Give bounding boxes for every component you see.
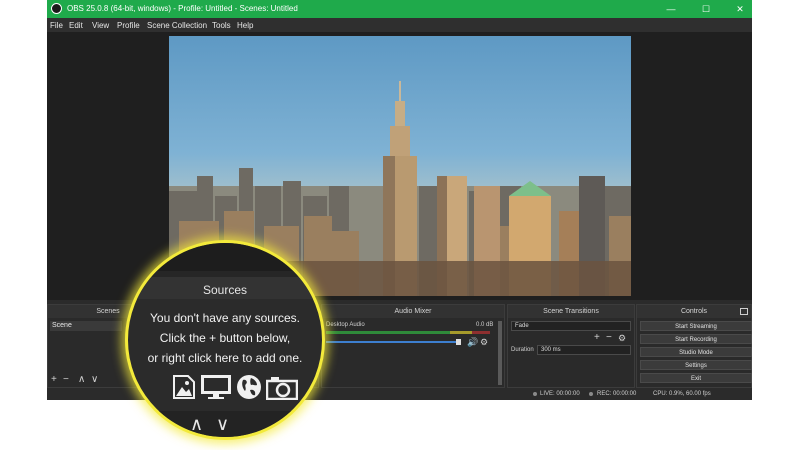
magnified-preview-edge: [128, 243, 322, 271]
audio-mixer-title: Audio Mixer: [322, 305, 504, 318]
mixer-source-name: Desktop Audio: [326, 322, 365, 328]
magnified-sources-toolbar: ⚙ ∧ ∨: [128, 411, 322, 437]
maximize-button[interactable]: ☐: [695, 2, 717, 16]
controls-dock: Controls Start Streaming Start Recording…: [636, 304, 752, 388]
move-source-up-button[interactable]: ∧: [190, 414, 203, 435]
duration-field[interactable]: 300 ms: [537, 345, 631, 355]
start-recording-button[interactable]: Start Recording: [640, 334, 752, 344]
volume-slider-handle[interactable]: [456, 339, 461, 345]
menu-file[interactable]: File: [50, 21, 63, 30]
move-scene-down-button[interactable]: ∨: [91, 375, 98, 385]
menu-edit[interactable]: Edit: [69, 21, 83, 30]
empty-sources-line-3: or right click here to add one.: [147, 351, 303, 365]
image-icon[interactable]: [172, 374, 196, 400]
studio-mode-button[interactable]: Studio Mode: [640, 347, 752, 357]
obs-logo-icon: [51, 3, 62, 14]
volume-slider-track[interactable]: [326, 341, 456, 343]
add-transition-button[interactable]: +: [594, 333, 600, 343]
scene-list-item[interactable]: Scene: [50, 321, 122, 331]
start-streaming-button[interactable]: Start Streaming: [640, 321, 752, 331]
title-bar: OBS 25.0.8 (64-bit, windows) - Profile: …: [47, 0, 752, 18]
menu-help[interactable]: Help: [237, 21, 253, 30]
menu-view[interactable]: View: [92, 21, 109, 30]
rec-indicator-icon: [589, 392, 593, 396]
transition-select[interactable]: Fade: [511, 321, 631, 331]
source-type-icons: [172, 374, 302, 404]
globe-icon[interactable]: [236, 374, 262, 400]
remove-scene-button[interactable]: −: [63, 375, 69, 385]
exit-button[interactable]: Exit: [640, 373, 752, 383]
transition-gear-icon[interactable]: ⚙: [618, 333, 626, 343]
rec-status: REC: 00:00:00: [597, 391, 637, 397]
close-button[interactable]: ✕: [729, 2, 751, 16]
monitor-icon[interactable]: [200, 374, 232, 400]
source-gear-icon[interactable]: ⚙: [158, 416, 171, 433]
remove-transition-button[interactable]: −: [606, 333, 612, 343]
mixer-scrollbar[interactable]: [498, 321, 502, 385]
volume-meter-red: [472, 331, 490, 334]
duration-label: Duration: [511, 347, 534, 353]
audio-mixer-dock: Audio Mixer Desktop Audio 0.0 dB 🔊 ⚙: [321, 304, 505, 388]
menu-scene-collection[interactable]: Scene Collection: [147, 21, 207, 30]
window-title: OBS 25.0.8 (64-bit, windows) - Profile: …: [67, 4, 298, 13]
mute-speaker-icon[interactable]: 🔊: [467, 337, 478, 347]
minimize-button[interactable]: —: [660, 2, 682, 16]
volume-meter-yellow: [450, 331, 472, 334]
empty-sources-line-2: Click the + button below,: [159, 331, 291, 345]
add-scene-button[interactable]: +: [51, 375, 57, 385]
controls-title: Controls: [637, 305, 751, 318]
camera-icon[interactable]: [266, 376, 298, 400]
scene-transitions-dock: Scene Transitions Fade + − ⚙ Duration 30…: [507, 304, 635, 388]
settings-button[interactable]: Settings: [640, 360, 752, 370]
menu-profile[interactable]: Profile: [117, 21, 140, 30]
mixer-gear-icon[interactable]: ⚙: [480, 337, 488, 347]
live-status: LIVE: 00:00:00: [540, 391, 580, 397]
move-scene-up-button[interactable]: ∧: [78, 375, 85, 385]
transitions-title: Scene Transitions: [508, 305, 634, 318]
menu-tools[interactable]: Tools: [212, 21, 231, 30]
mixer-level-readout: 0.0 dB: [476, 322, 494, 328]
sources-title: Sources: [202, 283, 248, 297]
sources-magnifier: Sources You don't have any sources. Clic…: [125, 240, 325, 440]
float-dock-icon[interactable]: [740, 308, 748, 315]
empty-sources-line-1: You don't have any sources.: [150, 311, 300, 325]
menu-bar: File Edit View Profile Scene Collection …: [47, 18, 752, 32]
volume-meter-green: [326, 331, 450, 334]
move-source-down-button[interactable]: ∨: [216, 414, 229, 435]
live-indicator-icon: [533, 392, 537, 396]
cpu-status: CPU: 0.9%, 60.00 fps: [653, 391, 711, 397]
